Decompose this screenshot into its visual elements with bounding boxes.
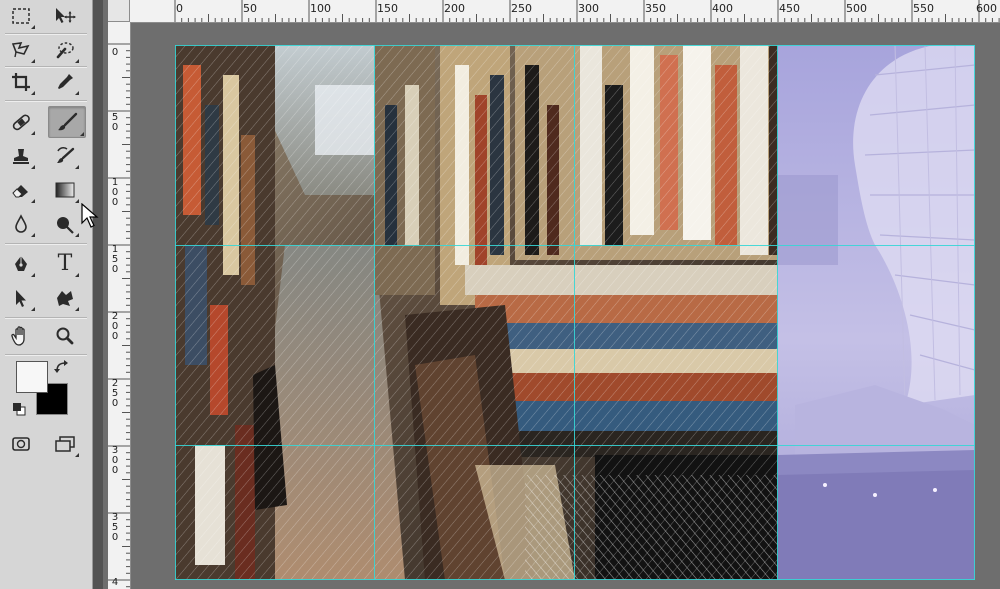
toolbar-separator xyxy=(5,33,87,35)
foreground-color-swatch[interactable] xyxy=(16,361,48,393)
bandage-icon xyxy=(12,114,30,131)
vertical-ruler[interactable]: 0 50 100 150 200 250 300 350 4 xyxy=(108,22,131,589)
quick-mask-button[interactable] xyxy=(6,430,36,458)
mouse-pointer-icon xyxy=(81,203,99,228)
screen-mode-icon xyxy=(55,436,75,452)
toolbar-separator xyxy=(5,100,87,102)
screen-mode-button[interactable] xyxy=(50,430,80,458)
stamp-icon xyxy=(13,149,29,164)
vertical-ruler-ticks xyxy=(108,43,130,588)
path-selection-tool[interactable] xyxy=(6,284,36,312)
guide-horizontal[interactable] xyxy=(175,579,975,580)
document-canvas[interactable] xyxy=(175,45,975,580)
ruler-label: 300 xyxy=(578,2,599,15)
ruler-label: 400 xyxy=(712,2,733,15)
gradient-icon xyxy=(55,182,75,198)
ruler-label: 150 xyxy=(111,244,119,275)
rectangular-marquee-tool[interactable] xyxy=(6,2,36,30)
hand-icon xyxy=(11,326,25,346)
path-arrow-icon xyxy=(16,290,26,307)
ruler-label: 4 xyxy=(111,577,119,588)
dodge-icon xyxy=(57,217,74,234)
dodge-tool[interactable] xyxy=(50,210,80,238)
ruler-label: 100 xyxy=(310,2,331,15)
zoom-icon xyxy=(56,327,74,345)
marquee-icon xyxy=(12,8,30,24)
move-tool[interactable] xyxy=(50,2,80,30)
ruler-label: 200 xyxy=(444,2,465,15)
guide-horizontal[interactable] xyxy=(175,45,975,46)
history-brush-icon xyxy=(57,147,75,163)
toolbar-separator xyxy=(5,354,87,356)
ruler-label: 150 xyxy=(377,2,398,15)
gradient-tool[interactable] xyxy=(50,176,80,204)
lasso-tool[interactable] xyxy=(6,36,36,64)
hand-tool[interactable] xyxy=(6,322,36,350)
horizontal-ruler[interactable]: 0 50 100 150 200 250 300 350 400 450 500… xyxy=(130,0,1000,23)
guide-vertical[interactable] xyxy=(374,45,375,580)
tools-panel: T xyxy=(0,0,93,589)
ruler-label: 200 xyxy=(111,311,119,342)
guide-horizontal[interactable] xyxy=(175,445,975,446)
blur-tool[interactable] xyxy=(6,210,36,238)
artwork-image xyxy=(175,45,975,580)
default-colors-icon[interactable] xyxy=(12,402,26,416)
eyedropper-tool[interactable] xyxy=(50,68,80,96)
eyedropper-icon xyxy=(58,74,73,89)
crop-tool[interactable] xyxy=(6,68,36,96)
guide-vertical[interactable] xyxy=(175,45,176,580)
guide-vertical[interactable] xyxy=(777,45,778,580)
history-brush-tool[interactable] xyxy=(50,142,80,170)
ruler-label: 500 xyxy=(846,2,867,15)
eraser-tool[interactable] xyxy=(6,176,36,204)
guide-vertical[interactable] xyxy=(974,45,975,580)
horizontal-ruler-ticks xyxy=(174,0,1000,22)
ruler-label: 250 xyxy=(511,2,532,15)
shape-icon xyxy=(57,291,73,306)
ruler-label: 250 xyxy=(111,378,119,409)
pen-icon xyxy=(15,256,27,271)
ruler-label: 300 xyxy=(111,445,119,476)
clone-stamp-tool[interactable] xyxy=(6,142,36,170)
ruler-origin[interactable] xyxy=(108,0,130,22)
quick-mask-icon xyxy=(12,437,30,451)
blur-drop-icon xyxy=(15,214,27,233)
guide-vertical[interactable] xyxy=(574,45,575,580)
ruler-label: 50 xyxy=(111,112,119,133)
type-icon: T xyxy=(57,251,73,276)
move-icon xyxy=(56,8,76,23)
ruler-label: 50 xyxy=(243,2,257,15)
brush-tool[interactable] xyxy=(48,106,86,138)
guide-horizontal[interactable] xyxy=(175,245,975,246)
ruler-label: 550 xyxy=(913,2,934,15)
ruler-label: 0 xyxy=(176,2,183,15)
zoom-tool[interactable] xyxy=(50,322,80,350)
eraser-icon xyxy=(12,185,28,198)
lasso-icon xyxy=(11,42,30,58)
quick-selection-icon xyxy=(56,42,74,59)
pen-tool[interactable] xyxy=(6,250,36,278)
ruler-label: 350 xyxy=(645,2,666,15)
quick-selection-tool[interactable] xyxy=(50,36,80,64)
ruler-label: 600 xyxy=(976,2,997,15)
toolbar-separator xyxy=(5,243,87,245)
crop-icon xyxy=(12,73,30,91)
ruler-label: 350 xyxy=(111,512,119,543)
brush-icon xyxy=(58,112,78,131)
spot-healing-tool[interactable] xyxy=(6,108,36,136)
panel-divider[interactable] xyxy=(93,0,103,589)
toolbar-separator xyxy=(5,317,87,319)
type-tool[interactable]: T xyxy=(50,250,80,278)
ruler-label: 450 xyxy=(779,2,800,15)
ruler-label: 0 xyxy=(111,47,119,58)
ruler-label: 100 xyxy=(111,177,119,208)
swap-colors-icon[interactable] xyxy=(54,360,70,374)
custom-shape-tool[interactable] xyxy=(50,284,80,312)
